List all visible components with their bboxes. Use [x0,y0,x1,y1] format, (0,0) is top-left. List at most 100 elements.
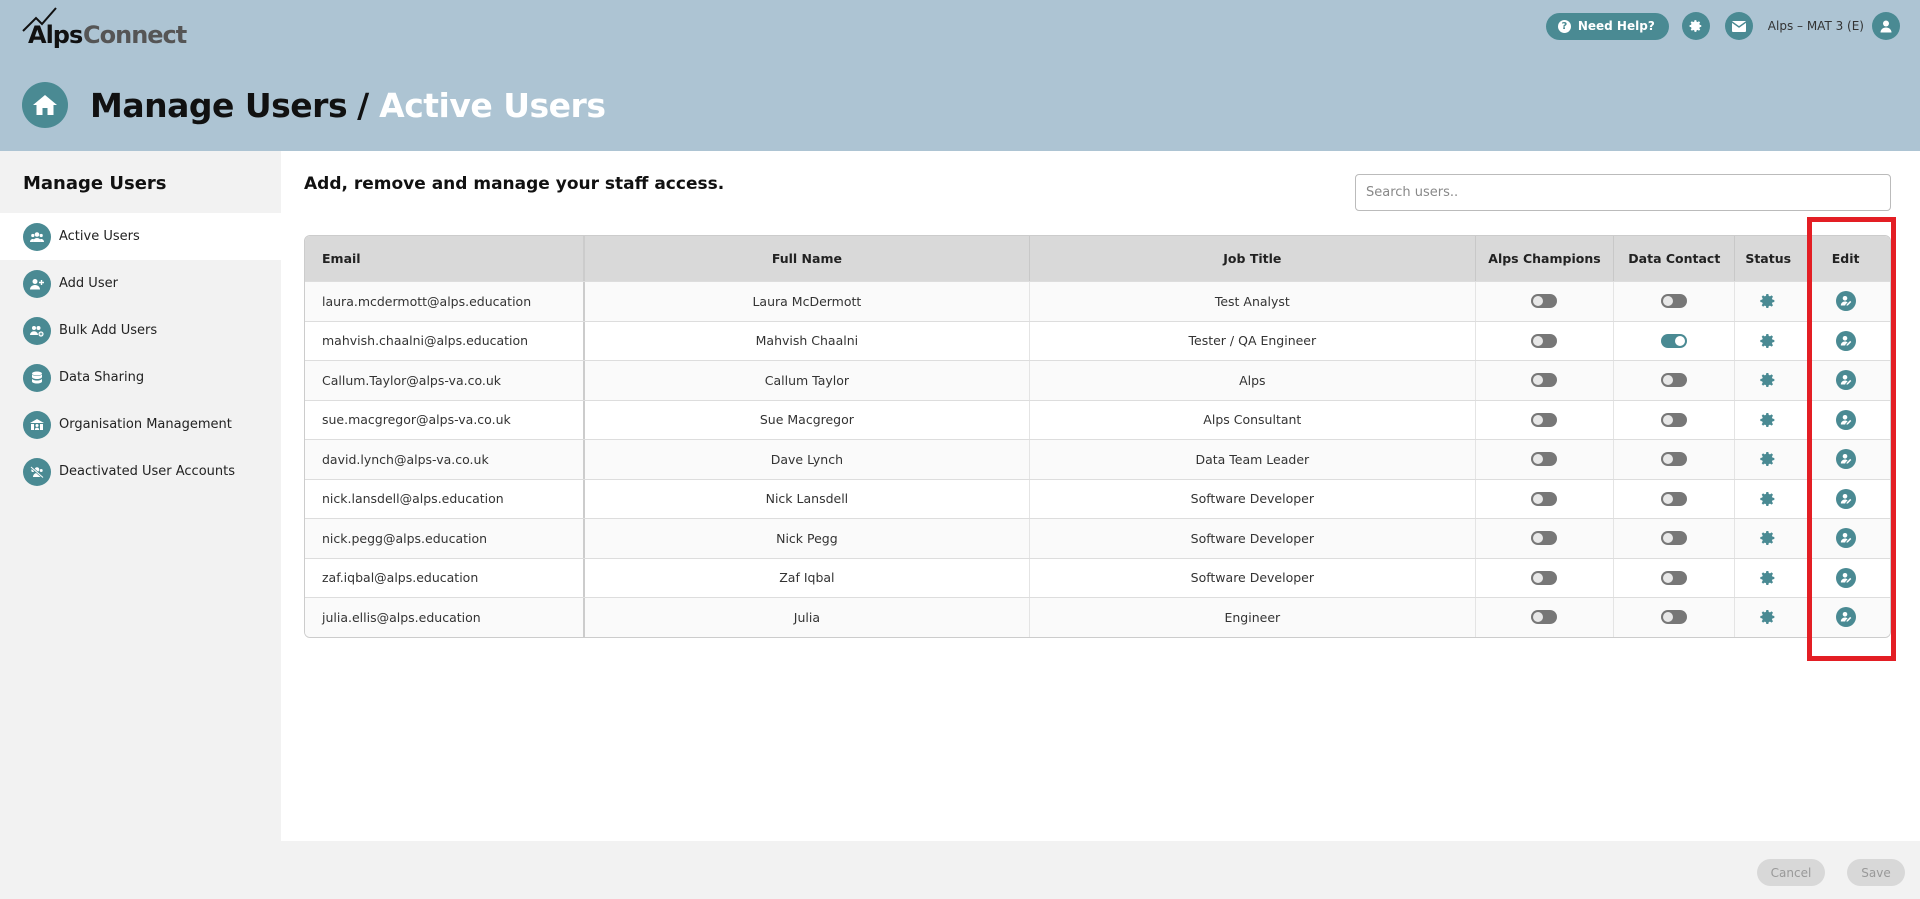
cell-job-title: Tester / QA Engineer [1030,321,1476,360]
sidebar-item-data-sharing[interactable]: Data Sharing [0,354,281,401]
table-header-row: Email Full Name Job Title Alps Champions Dat… [305,236,1890,281]
alps-connect-logo[interactable]: Alps Connect [22,4,202,50]
data-contact-toggle[interactable] [1661,570,1688,585]
cell-full-name: Dave Lynch [585,440,1031,479]
cell-alps-champions [1476,479,1615,518]
data-contact-toggle[interactable] [1661,531,1688,546]
sidebar-item-label: Deactivated User Accounts [59,464,235,479]
status-gear-icon[interactable] [1760,530,1776,546]
status-gear-icon[interactable] [1760,372,1776,388]
cell-status [1735,282,1801,321]
status-gear-icon[interactable] [1760,293,1776,309]
cell-job-title: Alps Consultant [1030,400,1476,439]
sidebar-item-add-user[interactable]: Add User [0,260,281,307]
page-title: Manage Users / Active Users [22,82,606,128]
cell-status [1735,440,1801,479]
cell-email: david.lynch@alps-va.co.uk [305,440,585,479]
status-gear-icon[interactable] [1760,570,1776,586]
cell-full-name: Julia [585,598,1031,637]
sidebar: Manage Users Active Users Add User Bulk Ad… [0,151,281,899]
logo-text-alps: Alps [28,21,83,49]
alps-champion-toggle[interactable] [1531,373,1558,388]
table-row: sue.macgregor@alps-va.co.uk Sue Macgregor… [305,399,1890,440]
account-name[interactable]: Alps – MAT 3 (E) [1768,19,1864,33]
status-gear-icon[interactable] [1760,412,1776,428]
alps-champion-toggle[interactable] [1531,491,1558,506]
status-gear-icon[interactable] [1760,333,1776,349]
column-header-data-contact: Data Contact [1614,236,1736,281]
database-icon [23,363,51,392]
status-gear-icon[interactable] [1760,451,1776,467]
cell-status [1735,519,1801,558]
data-contact-toggle[interactable] [1661,610,1688,625]
status-gear-icon[interactable] [1760,609,1776,625]
users-icon [23,222,51,251]
need-help-label: Need Help? [1577,19,1655,33]
column-header-email[interactable]: Email [305,236,585,281]
cell-alps-champions [1476,321,1615,360]
account-avatar-button[interactable] [1872,12,1900,40]
cell-status [1735,401,1801,440]
cell-status [1735,322,1801,361]
settings-button[interactable] [1681,12,1710,40]
status-gear-icon[interactable] [1760,491,1776,507]
cell-email: mahvish.chaalni@alps.education [305,321,585,360]
sidebar-item-label: Data Sharing [59,370,145,385]
cell-email: sue.macgregor@alps-va.co.uk [305,400,585,439]
cell-data-contact [1614,282,1736,321]
column-header-full-name[interactable]: Full Name [585,236,1031,281]
alps-champion-toggle[interactable] [1531,333,1558,348]
cell-email: nick.lansdell@alps.education [305,479,585,518]
data-contact-toggle[interactable] [1661,412,1688,427]
sidebar-item-bulk-add-users[interactable]: Bulk Add Users [0,307,281,354]
data-contact-toggle[interactable] [1661,491,1688,506]
data-contact-toggle[interactable] [1661,373,1688,388]
sidebar-item-label: Bulk Add Users [59,323,158,338]
cell-data-contact [1614,361,1736,400]
alps-champion-toggle[interactable] [1531,610,1558,625]
column-header-job-title[interactable]: Job Title [1030,236,1476,281]
save-button[interactable]: Save [1847,859,1905,886]
data-contact-toggle[interactable] [1661,333,1688,348]
data-contact-toggle[interactable] [1661,294,1688,309]
alps-champion-toggle[interactable] [1531,452,1558,467]
need-help-button[interactable]: ? Need Help? [1545,12,1669,40]
cell-full-name: Nick Pegg [585,519,1031,558]
cell-alps-champions [1476,282,1615,321]
question-icon: ? [1557,19,1571,33]
messages-button[interactable] [1724,12,1753,40]
cell-status [1735,480,1801,519]
cell-job-title: Software Developer [1030,479,1476,518]
envelope-icon [1731,20,1746,32]
cell-full-name: Zaf Iqbal [585,558,1031,597]
alps-champion-toggle[interactable] [1531,412,1558,427]
sidebar-heading: Manage Users [23,173,167,194]
sidebar-item-label: Add User [59,276,118,291]
table-row: nick.pegg@alps.education Nick Pegg Softwar… [305,518,1890,558]
cell-data-contact [1614,400,1736,439]
cell-email: julia.ellis@alps.education [305,598,585,637]
column-header-status: Status [1745,251,1792,266]
cell-job-title: Software Developer [1030,558,1476,597]
cell-alps-champions [1476,519,1615,558]
cell-data-contact [1614,598,1736,637]
sidebar-item-organisation-management[interactable]: Organisation Management [0,401,281,448]
search-input[interactable] [1355,174,1891,211]
sidebar-item-active-users[interactable]: Active Users [0,213,281,260]
cell-email: nick.pegg@alps.education [305,519,585,558]
alps-champion-toggle[interactable] [1531,531,1558,546]
sidebar-item-label: Organisation Management [59,417,232,432]
sidebar-item-deactivated-user-accounts[interactable]: Deactivated User Accounts [0,448,281,495]
alps-champion-toggle[interactable] [1531,294,1558,309]
home-button[interactable] [22,82,68,128]
bulk-add-users-icon [23,316,51,345]
cell-job-title: Alps [1030,361,1476,400]
table-row: zaf.iqbal@alps.education Zaf Iqbal Softwar… [305,557,1890,597]
cancel-button[interactable]: Cancel [1757,859,1825,886]
data-contact-toggle[interactable] [1661,452,1688,467]
cell-status [1735,361,1801,400]
alps-champion-toggle[interactable] [1531,570,1558,585]
user-icon [1880,20,1892,33]
table-row: Callum.Taylor@alps-va.co.uk Callum Taylor… [305,360,1890,400]
cell-data-contact [1614,321,1736,360]
